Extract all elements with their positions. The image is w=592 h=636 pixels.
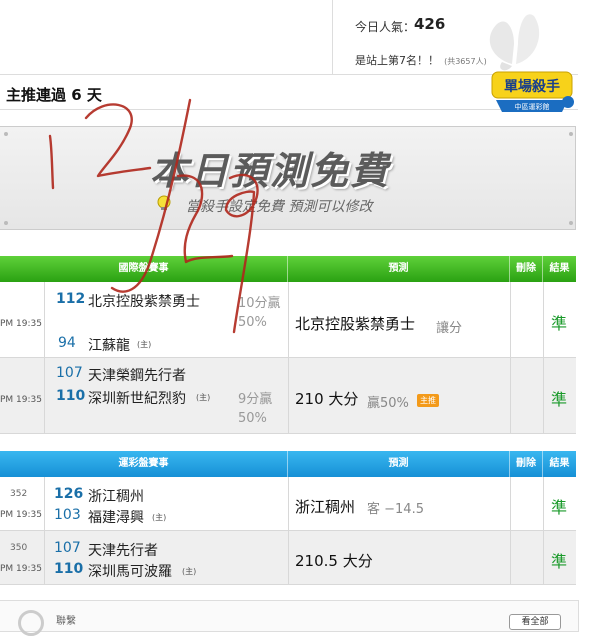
bottom-text: 聯繫 <box>56 616 76 627</box>
butterfly-decoration-icon <box>489 14 540 71</box>
game-number: 350 <box>10 543 28 553</box>
host-marker: (主) <box>182 567 197 576</box>
badge-line2: 中區運彩館 <box>515 102 550 111</box>
result-correct: 準 <box>551 314 568 333</box>
international-table-header: 國際盤賽事 預測 刪除 結果 <box>0 256 576 282</box>
header-result: 結果 <box>549 458 570 469</box>
match-time: PM 19:35 <box>0 319 42 329</box>
handicap-line: 10分贏 <box>238 296 281 311</box>
team-number: 107 <box>54 540 81 556</box>
prediction-type: 贏50% <box>367 396 409 411</box>
team-name: 天津榮鋼先行者 <box>88 368 186 384</box>
header-delete: 刪除 <box>510 256 543 282</box>
host-marker: (主) <box>152 513 167 522</box>
main-push-tag: 主推 <box>417 390 439 409</box>
header-prediction: 預測 <box>288 256 510 282</box>
team-number: 110 <box>56 388 86 404</box>
result-correct: 準 <box>551 498 568 517</box>
match-time: PM 19:35 <box>0 564 42 574</box>
host-marker: (主) <box>196 393 211 402</box>
team-name: 福建潯興 <box>88 510 144 526</box>
popularity-label: 今日人氣： <box>355 20 416 34</box>
game-number: 352 <box>10 489 28 499</box>
header-match: 國際盤賽事 <box>0 256 288 282</box>
handicap-rate: 50% <box>238 411 267 426</box>
header-prediction: 預測 <box>288 451 510 477</box>
view-all-button[interactable]: 看全部 <box>509 614 561 630</box>
prediction-type: 客 −14.5 <box>367 502 424 517</box>
handicap-rate: 50% <box>238 315 267 330</box>
banner-title: 本日預測免費 <box>150 149 391 193</box>
team-number: 110 <box>54 561 84 577</box>
team-name: 深圳馬可波羅 <box>88 564 172 580</box>
banner-dot <box>4 132 8 136</box>
header-delete: 刪除 <box>510 451 543 477</box>
team-name: 深圳新世紀烈豹 <box>88 391 186 407</box>
team-number: 112 <box>56 291 86 307</box>
popularity-value: 426 <box>414 15 446 33</box>
badge-line1: 單場殺手 <box>504 78 560 95</box>
result-correct: 準 <box>551 390 568 409</box>
team-name: 天津先行者 <box>88 543 158 559</box>
rank-text: 是站上第7名！！ <box>355 54 439 67</box>
header-result: 結果 <box>549 263 570 274</box>
prediction-pick: 浙江稠州 <box>295 498 356 516</box>
table-row: 350 PM 19:35 107 天津先行者 110 深圳馬可波羅 (主) 21… <box>0 531 576 585</box>
lightbulb-icon <box>157 195 171 210</box>
team-number: 107 <box>56 365 83 381</box>
team-name: 江蘇龍 <box>88 338 130 354</box>
sports-lottery-table-header: 運彩盤賽事 預測 刪除 結果 <box>0 451 576 477</box>
result-correct: 準 <box>551 552 568 571</box>
banner-dot <box>569 221 573 225</box>
handicap-line: 9分贏 <box>238 392 273 407</box>
banner-dot <box>4 221 8 225</box>
header-match: 運彩盤賽事 <box>0 451 288 477</box>
team-name: 北京控股紫禁勇士 <box>88 294 200 310</box>
prediction-pick: 210 大分 <box>295 390 359 408</box>
prediction-pick: 北京控股紫禁勇士 <box>295 315 416 333</box>
killer-badge: 單場殺手 中區運彩館 <box>491 71 574 112</box>
match-time: PM 19:35 <box>0 510 42 520</box>
team-number: 103 <box>54 507 81 523</box>
host-marker: (主) <box>137 340 152 349</box>
banner-dot <box>569 132 573 136</box>
bottom-section <box>0 600 579 632</box>
match-time: PM 19:35 <box>0 395 42 405</box>
loading-spinner-icon <box>18 610 44 636</box>
table-row: 352 PM 19:35 126 浙江稠州 103 福建潯興 (主) 浙江稠州 … <box>0 477 576 531</box>
table-row: PM 19:35 107 天津榮鋼先行者 110 深圳新世紀烈豹 (主) 9分贏… <box>0 358 576 434</box>
prediction-pick: 210.5 大分 <box>295 552 373 570</box>
main-push-text: 主推連過 6 天 <box>6 86 102 104</box>
top-divider <box>332 0 333 74</box>
team-number: 126 <box>54 486 84 502</box>
prediction-type: 讓分 <box>436 321 463 336</box>
table-row: PM 19:35 112 北京控股紫禁勇士 94 江蘇龍 (主) 10分贏 50… <box>0 282 576 358</box>
team-name: 浙江稠州 <box>88 489 144 505</box>
banner-subtitle: 當殺手設定免費 預測可以修改 <box>186 199 373 215</box>
team-number: 94 <box>58 335 76 351</box>
rank-info: 是站上第7名！！ (共3657人) <box>355 49 487 68</box>
